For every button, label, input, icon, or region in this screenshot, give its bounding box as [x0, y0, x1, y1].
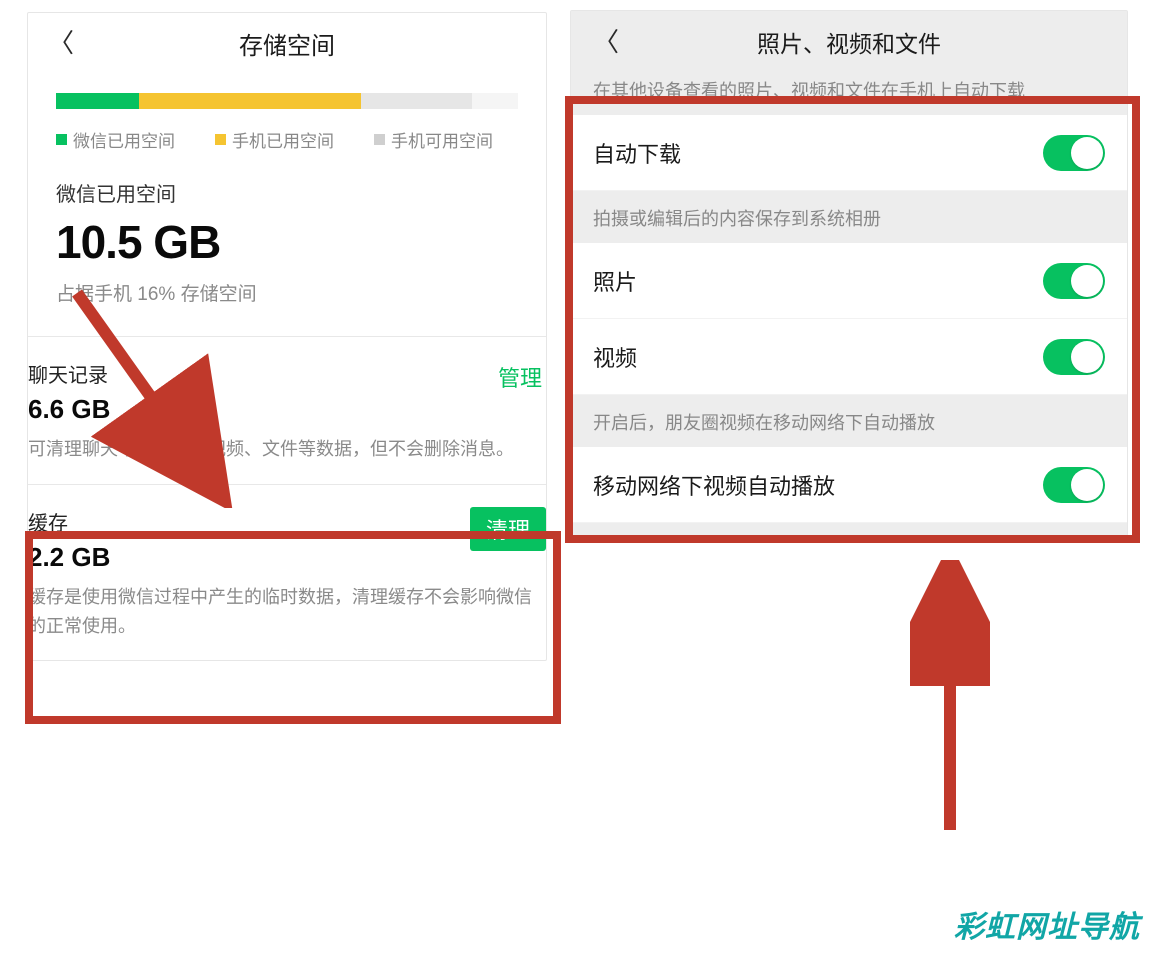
chat-history-section: 聊天记录 6.6 GB 管理 可清理聊天中的图片、视频、文件等数据，但不会删除消… [28, 337, 546, 484]
legend-label: 手机可用空间 [391, 127, 493, 152]
page-title: 存储空间 [239, 26, 335, 61]
chat-title: 聊天记录 [28, 359, 110, 388]
toggle-auto-download[interactable] [1043, 135, 1105, 171]
row-label: 移动网络下视频自动播放 [593, 469, 835, 501]
legend-item-phone-free: 手机可用空间 [374, 127, 493, 152]
group-header-save-to-album: 拍摄或编辑后的内容保存到系统相册 [571, 191, 1127, 243]
photos-videos-files-panel: 〈 照片、视频和文件 在其他设备查看的照片、视频和文件在手机上自动下载 自动下载… [570, 10, 1128, 536]
row-photos[interactable]: 照片 [571, 243, 1127, 319]
chat-value: 6.6 GB [28, 394, 110, 425]
bar-segment-rest [472, 93, 518, 109]
storage-label: 微信已用空间 [56, 178, 518, 207]
row-label: 自动下载 [593, 137, 681, 169]
cache-section: 缓存 2.2 GB 清理 缓存是使用微信过程中产生的临时数据，清理缓存不会影响微… [28, 485, 546, 661]
row-videos[interactable]: 视频 [571, 319, 1127, 395]
legend-swatch-yellow [215, 134, 226, 145]
toggle-mobile-autoplay[interactable] [1043, 467, 1105, 503]
back-icon[interactable]: 〈 [48, 30, 74, 56]
storage-note: 占据手机 16% 存储空间 [56, 279, 518, 306]
cache-title: 缓存 [28, 507, 110, 536]
bar-segment-wechat [56, 93, 139, 109]
group-header-auto-download: 在其他设备查看的照片、视频和文件在手机上自动下载 [571, 73, 1127, 115]
storage-settings-panel: 〈 存储空间 微信已用空间 手机已用空间 手机可用空间 微信已用空间 10.5 [27, 12, 547, 661]
toggle-photos[interactable] [1043, 263, 1105, 299]
watermark: 彩虹网址导航 [954, 902, 1140, 946]
cache-desc: 缓存是使用微信过程中产生的临时数据，清理缓存不会影响微信的正常使用。 [28, 583, 546, 641]
storage-usage-bar [56, 93, 518, 109]
row-label: 视频 [593, 341, 637, 373]
group-header-mobile-autoplay: 开启后，朋友圈视频在移动网络下自动播放 [571, 395, 1127, 447]
legend-label: 手机已用空间 [232, 127, 334, 152]
page-title: 照片、视频和文件 [757, 25, 941, 59]
bar-segment-phone-free [361, 93, 472, 109]
back-icon[interactable]: 〈 [593, 29, 619, 55]
legend-swatch-gray [374, 134, 385, 145]
toggle-videos[interactable] [1043, 339, 1105, 375]
row-auto-download[interactable]: 自动下载 [571, 115, 1127, 191]
bar-segment-phone-used [139, 93, 361, 109]
manage-button[interactable]: 管理 [494, 359, 546, 395]
legend-item-wechat: 微信已用空间 [56, 127, 175, 152]
row-label: 照片 [593, 265, 637, 297]
legend: 微信已用空间 手机已用空间 手机可用空间 [56, 127, 518, 152]
chat-desc: 可清理聊天中的图片、视频、文件等数据，但不会删除消息。 [28, 435, 546, 464]
legend-item-phone-used: 手机已用空间 [215, 127, 334, 152]
clean-button[interactable]: 清理 [470, 507, 546, 551]
bottom-pad [571, 523, 1127, 535]
legend-swatch-green [56, 134, 67, 145]
header: 〈 存储空间 [28, 13, 546, 73]
annotation-arrow-up [910, 560, 990, 840]
storage-value: 10.5 GB [56, 215, 518, 269]
header: 〈 照片、视频和文件 [571, 11, 1127, 73]
cache-value: 2.2 GB [28, 542, 110, 573]
row-mobile-autoplay[interactable]: 移动网络下视频自动播放 [571, 447, 1127, 523]
storage-content: 微信已用空间 手机已用空间 手机可用空间 微信已用空间 10.5 GB 占据手机… [28, 73, 546, 306]
legend-label: 微信已用空间 [73, 127, 175, 152]
